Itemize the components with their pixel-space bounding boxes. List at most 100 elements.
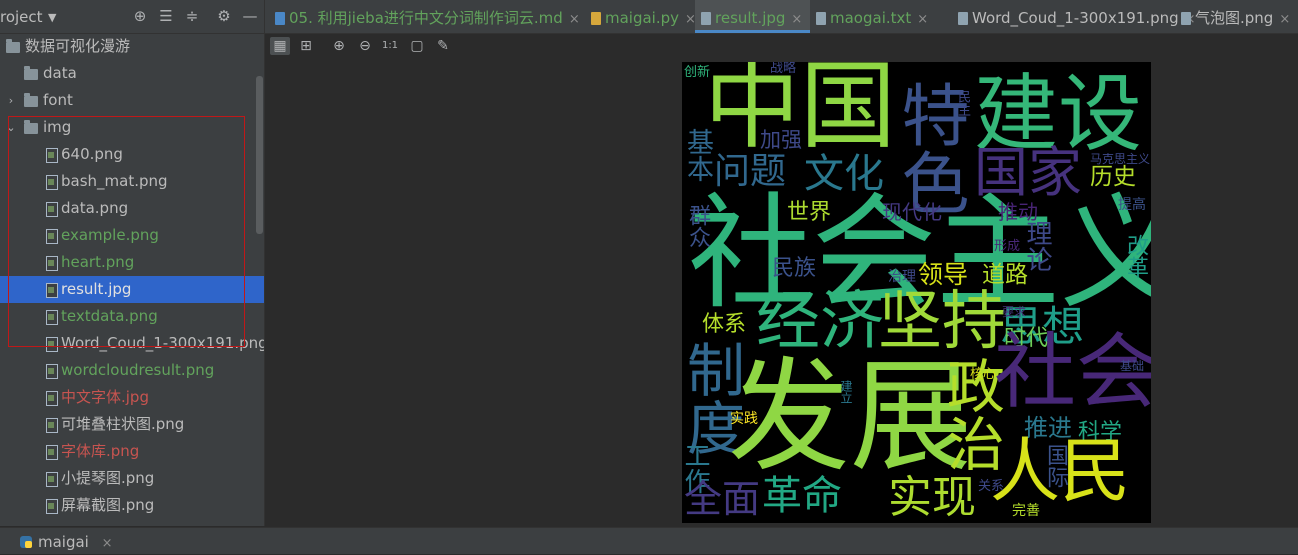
- wordcloud-word: 治理: [888, 269, 916, 285]
- wordcloud-word: 建立: [839, 380, 853, 404]
- image-file-icon: [46, 202, 58, 217]
- wordcloud-word: 形成: [994, 239, 1021, 254]
- wordcloud-word: 改革: [1123, 234, 1148, 278]
- hide-icon[interactable]: —: [241, 7, 259, 25]
- chevron-down-icon[interactable]: ▼: [48, 11, 56, 24]
- tree-file-data.png[interactable]: data.png: [0, 195, 264, 222]
- tab-05. 利用jieba进行中文分词制作词云.md[interactable]: 05. 利用jieba进行中文分词制作词云.md ×: [269, 0, 580, 33]
- tree-item-label: 数据可视化漫游: [25, 37, 131, 55]
- tab-label: Word_Coud_1-300x191.png: [972, 9, 1179, 27]
- image-file-icon: [46, 472, 58, 487]
- tree-item-label: img: [43, 118, 72, 136]
- tree-file-heart.png[interactable]: heart.png: [0, 249, 264, 276]
- image-file-icon: [46, 445, 58, 460]
- wordcloud-word: 关系: [978, 479, 1005, 494]
- tree-item-label: font: [43, 91, 73, 109]
- tree-file-屏幕截图.png[interactable]: 屏幕截图.png: [0, 492, 264, 519]
- wordcloud-word: 经济: [756, 285, 884, 359]
- tab-label: result.jpg: [715, 9, 786, 27]
- tab-label: 05. 利用jieba进行中文分词制作词云.md: [289, 9, 563, 27]
- wordcloud-word: 要求: [1002, 305, 1027, 319]
- image-file-icon: [46, 229, 58, 244]
- tree-file-可堆叠柱状图.png[interactable]: 可堆叠柱状图.png: [0, 411, 264, 438]
- wordcloud-word: 核心: [970, 367, 997, 382]
- run-tab-label: maigai: [38, 533, 89, 551]
- zoom-out-icon[interactable]: ⊖: [355, 37, 375, 55]
- collapse-all-icon[interactable]: ☰: [157, 7, 175, 25]
- project-title[interactable]: roject: [0, 8, 43, 26]
- image-file-icon: [46, 256, 58, 271]
- tab-result.jpg[interactable]: result.jpg ×: [695, 0, 810, 33]
- tab-maigai.py[interactable]: maigai.py ×: [585, 0, 696, 33]
- actual-size-icon[interactable]: 1:1: [380, 37, 400, 55]
- tree-item-label: data: [43, 64, 77, 82]
- tree-file-textdata.png[interactable]: textdata.png: [0, 303, 264, 330]
- wordcloud-word: 民主: [955, 90, 970, 116]
- tree-file-Word_Coud_1-300x191.png[interactable]: Word_Coud_1-300x191.png: [0, 330, 264, 357]
- tab-气泡图.png[interactable]: 气泡图.png ×: [1175, 0, 1298, 33]
- zoom-in-icon[interactable]: ⊕: [329, 37, 349, 55]
- tree-file-example.png[interactable]: example.png: [0, 222, 264, 249]
- editor-tab-bar: 05. 利用jieba进行中文分词制作词云.md × maigai.py × resul…: [265, 0, 1298, 34]
- fit-icon[interactable]: ▢: [407, 37, 427, 55]
- tree-file-bash_mat.png[interactable]: bash_mat.png: [0, 168, 264, 195]
- wordcloud-word: 文化: [804, 151, 884, 197]
- tree-file-中文字体.jpg[interactable]: 中文字体.jpg: [0, 384, 264, 411]
- tree-folder-font[interactable]: › font: [0, 87, 264, 114]
- chevron-down-icon[interactable]: ⌄: [5, 114, 17, 141]
- close-icon[interactable]: ×: [102, 536, 113, 551]
- tab-Word_Coud_1-300x191.png[interactable]: Word_Coud_1-300x191.png×: [952, 0, 1196, 33]
- color-picker-icon[interactable]: ✎: [433, 37, 453, 55]
- tree-item-label: Word_Coud_1-300x191.png: [61, 334, 265, 352]
- tree-scrollbar[interactable]: [256, 76, 263, 234]
- wordcloud-word: 社会: [994, 325, 1151, 420]
- chevron-right-icon[interactable]: ›: [5, 87, 17, 114]
- wordcloud-word: 现代化: [882, 200, 942, 224]
- close-icon[interactable]: ×: [1279, 12, 1290, 27]
- locate-icon[interactable]: ⊕: [131, 7, 149, 25]
- tree-item-label: data.png: [61, 199, 129, 217]
- tree-file-640.png[interactable]: 640.png: [0, 141, 264, 168]
- wordcloud-word: 战略: [770, 62, 797, 76]
- image-file-icon: [46, 364, 58, 379]
- image-file-icon: [1181, 12, 1191, 25]
- tree-item-label: example.png: [61, 226, 159, 244]
- wordcloud-word: 世界: [787, 200, 832, 225]
- wordcloud-image: 中国 建设 特色 社会主义 国家 问题 文化 历史 加强 基本 群众 世界 现代化 推动 理论 改革 民族 领导道…: [682, 62, 1151, 523]
- wordcloud-word: 推动: [998, 200, 1038, 224]
- tree-file-小提琴图.png[interactable]: 小提琴图.png: [0, 465, 264, 492]
- grid-icon[interactable]: ⊞: [296, 37, 316, 55]
- wordcloud-word: 完善: [1012, 503, 1040, 519]
- tree-folder-img[interactable]: ⌄ img: [0, 114, 264, 141]
- bottom-tool-bar: maigai ×: [0, 527, 1298, 554]
- tree-file-字体库.png[interactable]: 字体库.png: [0, 438, 264, 465]
- expand-all-icon[interactable]: ≑: [183, 7, 201, 25]
- tree-item-label: result.jpg: [61, 280, 132, 298]
- gear-icon[interactable]: ⚙: [215, 7, 233, 25]
- project-panel: roject ▼ ⊕ ☰ ≑ ⚙ — 数据可视化漫游 data › font ⌄ img 6…: [0, 0, 265, 526]
- tree-file-wordcloudresult.png[interactable]: wordcloudresult.png: [0, 357, 264, 384]
- tree-file-result.jpg[interactable]: result.jpg: [0, 276, 264, 303]
- tree-item-label: bash_mat.png: [61, 172, 168, 190]
- close-icon[interactable]: ×: [569, 12, 580, 27]
- close-icon[interactable]: ×: [791, 12, 802, 27]
- run-tab[interactable]: maigai ×: [20, 531, 113, 554]
- tab-maogai.txt[interactable]: maogai.txt ×: [810, 0, 950, 33]
- tree-item-label: 可堆叠柱状图.png: [61, 415, 185, 433]
- image-file-icon: [46, 283, 58, 298]
- folder-icon: [24, 66, 38, 80]
- wordcloud-word: 国家: [974, 141, 1082, 204]
- text-file-icon: [816, 12, 826, 25]
- wordcloud-word: 基本: [682, 128, 713, 182]
- tree-item-label: textdata.png: [61, 307, 158, 325]
- chessboard-icon[interactable]: ▦: [270, 37, 290, 55]
- folder-icon: [6, 39, 20, 53]
- wordcloud-word: 坚持: [878, 285, 1006, 359]
- tree-folder-数据可视化漫游[interactable]: 数据可视化漫游: [0, 33, 264, 60]
- wordcloud-word: 实践: [730, 411, 758, 427]
- wordcloud-word: 领导: [918, 260, 969, 289]
- tree-folder-data[interactable]: data: [0, 60, 264, 87]
- wordcloud-word: 人民: [990, 430, 1130, 512]
- image-file-icon: [46, 418, 58, 433]
- close-icon[interactable]: ×: [917, 12, 928, 27]
